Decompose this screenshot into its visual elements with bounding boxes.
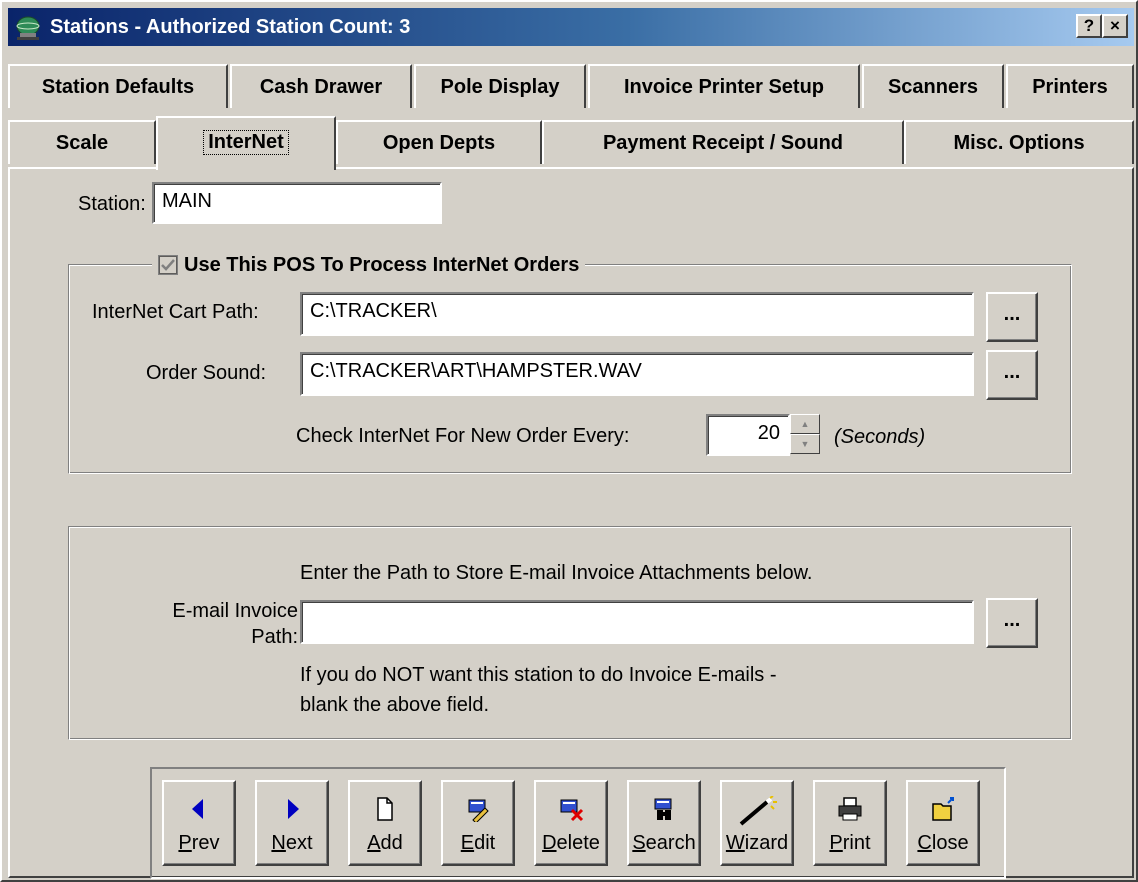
new-document-icon (377, 797, 393, 821)
prev-arrow-icon (192, 799, 203, 819)
station-field[interactable]: MAIN (152, 182, 442, 224)
record-toolbar: Prev Next Add Edit Delete Search Wizard (150, 767, 1006, 879)
next-arrow-icon (288, 799, 299, 819)
email-path-browse-button[interactable]: ... (986, 598, 1038, 648)
cart-path-field[interactable]: C:\TRACKER\ (300, 292, 974, 336)
internet-orders-checkbox-label: Use This POS To Process InterNet Orders (184, 253, 580, 276)
window-title: Stations - Authorized Station Count: 3 (50, 16, 411, 38)
spinner-down-icon[interactable]: ▼ (790, 434, 820, 454)
checkbox-checked-icon[interactable] (158, 255, 178, 275)
check-every-field[interactable]: 20 (706, 414, 790, 456)
cart-path-browse-button[interactable]: ... (986, 292, 1038, 342)
title-bar[interactable]: Stations - Authorized Station Count: 3 ?… (8, 8, 1134, 46)
printer-icon (838, 797, 862, 821)
close-folder-icon (932, 797, 954, 821)
tab-pole-display[interactable]: Pole Display (414, 64, 586, 108)
help-button[interactable]: ? (1076, 14, 1102, 38)
order-sound-browse-button[interactable]: ... (986, 350, 1038, 400)
check-every-label: Check InterNet For New Order Every: (296, 425, 630, 447)
email-note-line2: blank the above field. (300, 694, 490, 716)
order-sound-label: Order Sound: (146, 362, 267, 384)
delete-record-icon (560, 799, 584, 822)
tab-misc-options[interactable]: Misc. Options (904, 120, 1134, 164)
binoculars-icon (654, 798, 672, 820)
tab-scale[interactable]: Scale (8, 120, 156, 164)
close-button[interactable]: Close (906, 780, 980, 866)
spinner-up-icon[interactable]: ▲ (790, 414, 820, 434)
email-instruction-text: Enter the Path to Store E-mail Invoice A… (300, 562, 813, 584)
search-button[interactable]: Search (627, 780, 701, 866)
internet-orders-checkbox-row[interactable]: Use This POS To Process InterNet Orders (152, 250, 586, 280)
stations-window: Stations - Authorized Station Count: 3 ?… (0, 0, 1138, 882)
tab-payment-receipt-sound[interactable]: Payment Receipt / Sound (542, 120, 904, 164)
tab-printers[interactable]: Printers (1006, 64, 1134, 108)
tab-scanners[interactable]: Scanners (862, 64, 1004, 108)
add-button[interactable]: Add (348, 780, 422, 866)
email-note-line1: If you do NOT want this station to do In… (300, 664, 777, 686)
tab-open-depts[interactable]: Open Depts (336, 120, 542, 164)
tab-station-defaults[interactable]: Station Defaults (8, 64, 228, 108)
email-path-field[interactable] (300, 600, 974, 644)
order-sound-field[interactable]: C:\TRACKER\ART\HAMPSTER.WAV (300, 352, 974, 396)
prev-button[interactable]: Prev (162, 780, 236, 866)
check-every-spinner[interactable]: ▲ ▼ (790, 414, 820, 454)
delete-button[interactable]: Delete (534, 780, 608, 866)
tab-invoice-printer-setup[interactable]: Invoice Printer Setup (588, 64, 860, 108)
wizard-button[interactable]: Wizard (720, 780, 794, 866)
tab-cash-drawer[interactable]: Cash Drawer (230, 64, 412, 108)
station-label: Station: (78, 193, 146, 215)
seconds-label: (Seconds) (834, 426, 926, 448)
edit-button[interactable]: Edit (441, 780, 515, 866)
globe-app-icon (16, 16, 40, 40)
email-path-label-line1: E-mail Invoice (172, 600, 298, 622)
cart-path-label: InterNet Cart Path: (92, 301, 259, 323)
close-window-button[interactable]: × (1102, 14, 1128, 38)
next-button[interactable]: Next (255, 780, 329, 866)
tab-internet[interactable]: InterNet (156, 116, 336, 170)
edit-pencil-icon (468, 799, 489, 824)
email-path-label-line2: Path: (251, 626, 298, 648)
print-button[interactable]: Print (813, 780, 887, 866)
magic-wand-icon (739, 795, 777, 826)
